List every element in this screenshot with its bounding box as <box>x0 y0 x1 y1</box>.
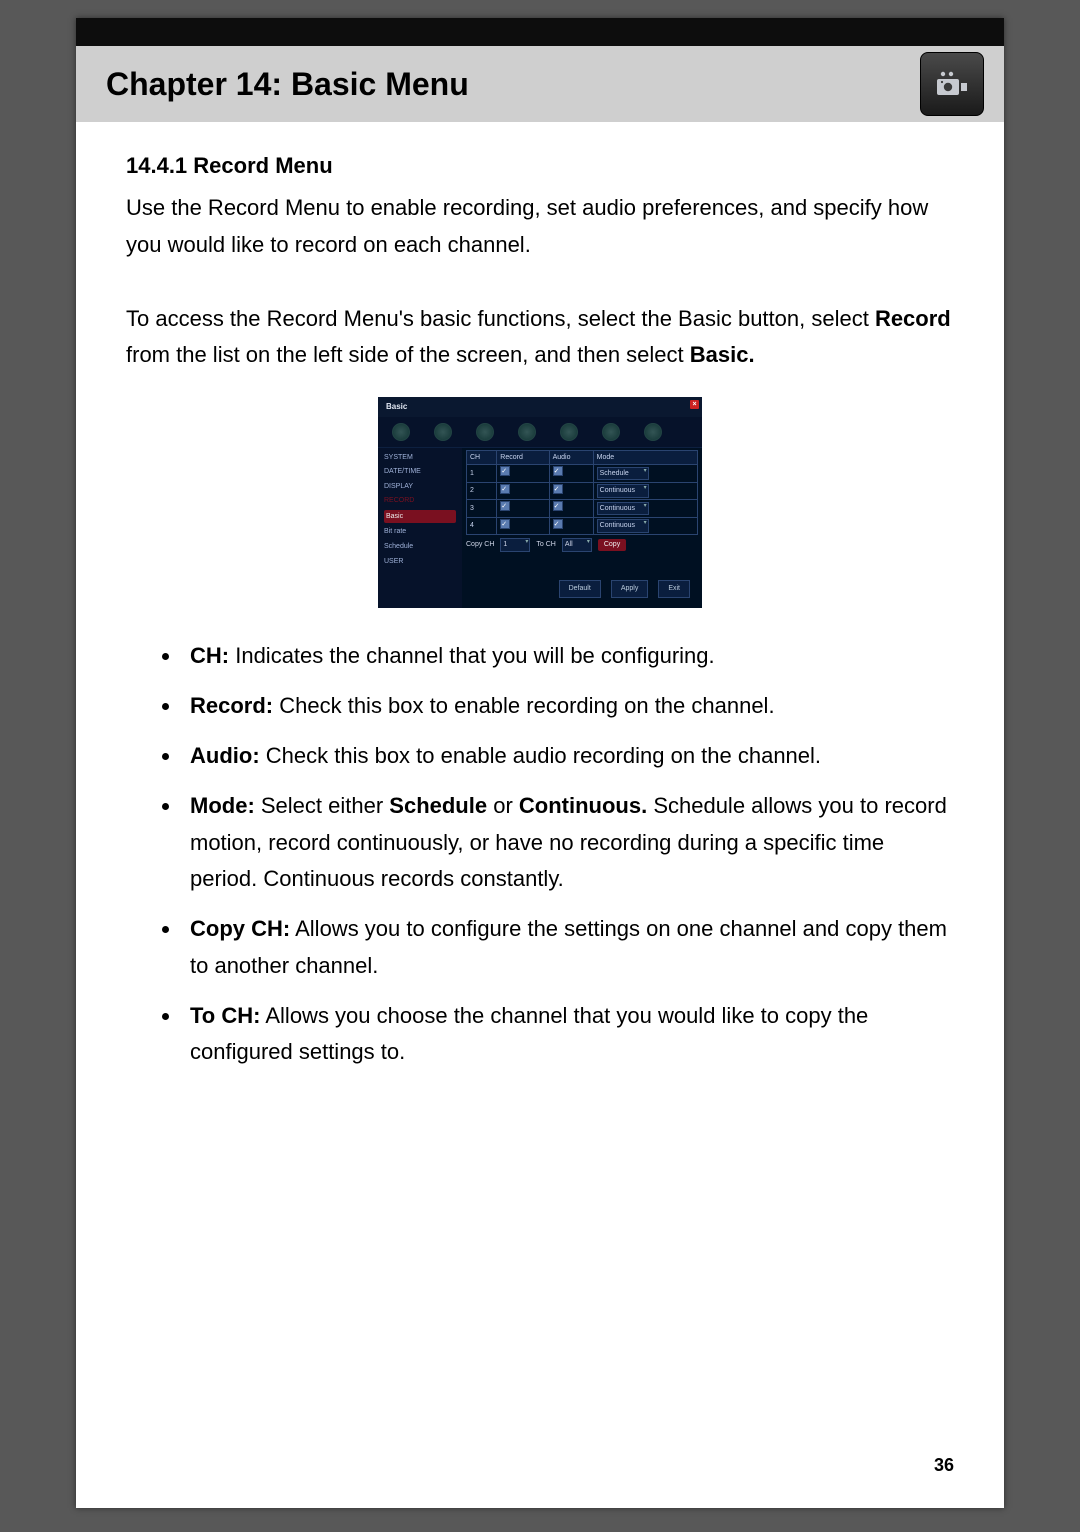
list-item: Copy CH: Allows you to configure the set… <box>182 911 954 984</box>
to-ch-label: To CH <box>536 539 555 551</box>
toolbar-icon[interactable] <box>476 423 494 441</box>
bullet-bold: Schedule <box>389 793 487 818</box>
embedded-screenshot: Basic × SYSTEM DATE/TIME DISPLAY RECORD … <box>378 397 702 607</box>
list-item: Mode: Select either Schedule or Continuo… <box>182 788 954 897</box>
sidebar-item-system[interactable]: SYSTEM <box>384 452 456 464</box>
copy-ch-label: Copy CH <box>466 539 494 551</box>
bullet-term: CH: <box>190 643 229 668</box>
bullet-text: Allows you choose the channel that you w… <box>190 1003 868 1064</box>
copy-row: Copy CH 1 To CH All Copy <box>466 538 698 552</box>
shot-footer: Default Apply Exit <box>466 552 698 604</box>
top-black-bar <box>76 18 1004 46</box>
shot-title-text: Basic <box>386 402 407 411</box>
shot-icon-row <box>378 417 702 448</box>
toolbar-icon[interactable] <box>644 423 662 441</box>
bullet-text: Check this box to enable recording on th… <box>273 693 774 718</box>
apply-button[interactable]: Apply <box>611 580 649 598</box>
table-row: 1 Schedule <box>467 465 698 483</box>
shot-main: CH Record Audio Mode 1 Schedule 2 <box>462 448 702 608</box>
record-table: CH Record Audio Mode 1 Schedule 2 <box>466 450 698 536</box>
toolbar-icon[interactable] <box>560 423 578 441</box>
to-ch-dropdown[interactable]: All <box>562 538 592 552</box>
instruction-paragraph: To access the Record Menu's basic functi… <box>126 301 954 374</box>
cell-ch: 3 <box>467 500 497 518</box>
bullet-text: or <box>487 793 519 818</box>
p2-bold-record: Record <box>875 306 951 331</box>
p2-part: , select the Basic button, select <box>566 306 875 331</box>
col-audio: Audio <box>549 450 593 465</box>
record-checkbox[interactable] <box>497 465 549 483</box>
record-checkbox[interactable] <box>497 482 549 500</box>
list-item: To CH: Allows you choose the channel tha… <box>182 998 954 1071</box>
p2-part: To access the Record Menu <box>126 306 399 331</box>
sidebar-item-basic[interactable]: Basic <box>384 510 456 524</box>
close-icon[interactable]: × <box>690 400 699 409</box>
bullet-list: CH: Indicates the channel that you will … <box>182 638 954 1071</box>
sidebar-item-record[interactable]: RECORD <box>384 495 456 507</box>
toolbar-icon[interactable] <box>602 423 620 441</box>
bullet-bold: Continuous. <box>519 793 647 818</box>
table-row: 4 Continuous <box>467 517 698 535</box>
sidebar-item-schedule[interactable]: Schedule <box>384 541 456 553</box>
shot-titlebar: Basic × <box>378 397 702 416</box>
sidebar-item-user[interactable]: USER <box>384 556 456 568</box>
page-number: 36 <box>934 1455 954 1476</box>
audio-checkbox[interactable] <box>549 465 593 483</box>
bullet-text: Indicates the channel that you will be c… <box>229 643 715 668</box>
toolbar-icon[interactable] <box>392 423 410 441</box>
default-button[interactable]: Default <box>559 580 601 598</box>
audio-checkbox[interactable] <box>549 482 593 500</box>
table-header-row: CH Record Audio Mode <box>467 450 698 465</box>
p2-bold-basic: Basic. <box>690 342 755 367</box>
content-area: 14.4.1 Record Menu Use the Record Menu t… <box>76 122 1004 1070</box>
cell-ch: 1 <box>467 465 497 483</box>
bullet-term: Record: <box>190 693 273 718</box>
copy-button[interactable]: Copy <box>598 539 626 551</box>
chapter-header-bar: Chapter 14: Basic Menu <box>76 46 1004 122</box>
audio-checkbox[interactable] <box>549 517 593 535</box>
mode-dropdown[interactable]: Schedule <box>593 465 697 483</box>
sidebar-item-display[interactable]: DISPLAY <box>384 481 456 493</box>
bullet-text: Check this box to enable audio recording… <box>260 743 821 768</box>
record-checkbox[interactable] <box>497 517 549 535</box>
cell-ch: 2 <box>467 482 497 500</box>
bullet-text: Select either <box>255 793 390 818</box>
bullet-text: Allows you to configure the settings on … <box>190 916 947 977</box>
exit-button[interactable]: Exit <box>658 580 690 598</box>
col-mode: Mode <box>593 450 697 465</box>
mode-dropdown[interactable]: Continuous <box>593 500 697 518</box>
document-page: Chapter 14: Basic Menu 14.4.1 Record Men… <box>76 18 1004 1508</box>
shot-body: SYSTEM DATE/TIME DISPLAY RECORD Basic Bi… <box>378 448 702 608</box>
toolbar-icon[interactable] <box>434 423 452 441</box>
p2-part: from the list on the left side of the sc… <box>126 342 690 367</box>
sidebar-item-bitrate[interactable]: Bit rate <box>384 526 456 538</box>
col-record: Record <box>497 450 549 465</box>
toolbar-icon[interactable] <box>518 423 536 441</box>
col-ch: CH <box>467 450 497 465</box>
list-item: Audio: Check this box to enable audio re… <box>182 738 954 774</box>
shot-sidebar: SYSTEM DATE/TIME DISPLAY RECORD Basic Bi… <box>378 448 462 608</box>
section-heading: 14.4.1 Record Menu <box>126 148 954 184</box>
copy-from-dropdown[interactable]: 1 <box>500 538 530 552</box>
record-checkbox[interactable] <box>497 500 549 518</box>
camera-icon <box>920 52 984 116</box>
bullet-term: To CH: <box>190 1003 260 1028</box>
list-item: Record: Check this box to enable recordi… <box>182 688 954 724</box>
p2-part: 's basic functions <box>399 306 566 331</box>
mode-dropdown[interactable]: Continuous <box>593 517 697 535</box>
audio-checkbox[interactable] <box>549 500 593 518</box>
table-row: 3 Continuous <box>467 500 698 518</box>
mode-dropdown[interactable]: Continuous <box>593 482 697 500</box>
bullet-term: Audio: <box>190 743 260 768</box>
bullet-term: Copy CH: <box>190 916 290 941</box>
chapter-title: Chapter 14: Basic Menu <box>106 66 469 103</box>
list-item: CH: Indicates the channel that you will … <box>182 638 954 674</box>
bullet-term: Mode: <box>190 793 255 818</box>
table-row: 2 Continuous <box>467 482 698 500</box>
intro-paragraph: Use the Record Menu to enable recording,… <box>126 190 954 263</box>
cell-ch: 4 <box>467 517 497 535</box>
sidebar-item-datetime[interactable]: DATE/TIME <box>384 466 456 478</box>
